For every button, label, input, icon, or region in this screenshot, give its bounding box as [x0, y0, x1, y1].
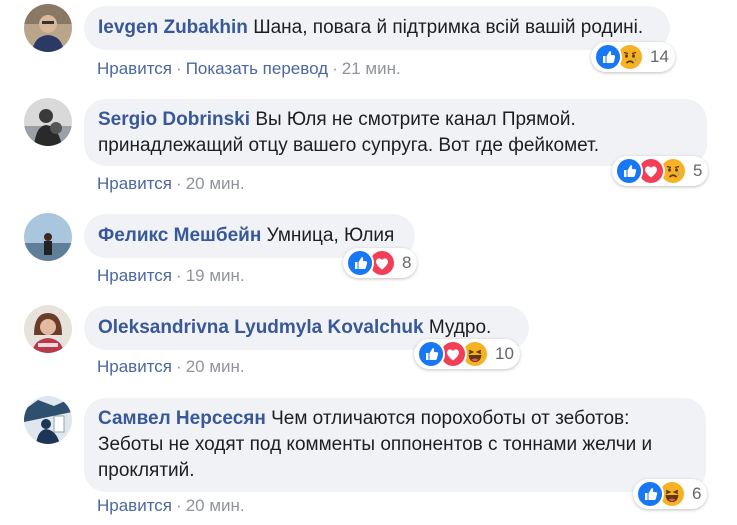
like-link[interactable]: Нравится [97, 59, 172, 78]
reaction-count: 6 [692, 484, 702, 503]
like-link[interactable]: Нравится [97, 174, 172, 193]
reactions-summary[interactable]: 14 [591, 42, 675, 72]
comment-bubble: Ievgen Zubakhin Шана, повага й підтримка… [84, 6, 670, 50]
like-reaction-icon [615, 157, 643, 185]
comment-author[interactable]: Ievgen Zubakhin [98, 17, 248, 38]
like-link[interactable]: Нравится [97, 496, 172, 515]
show-translation-link[interactable]: Показать перевод [186, 59, 328, 78]
comment-actions: Нравится · 20 мин. [97, 174, 245, 193]
comment-time[interactable]: 20 мин. [186, 496, 245, 515]
avatar[interactable] [24, 4, 72, 52]
comment-author[interactable]: Oleksandrivna Lyudmyla Kovalchuk [98, 317, 424, 338]
comment-text: Шана, повага й підтримка всій вашій роди… [253, 17, 644, 38]
comment-author[interactable]: Самвел Нерсесян [98, 408, 266, 429]
reactions-summary[interactable]: 10 [414, 339, 520, 369]
reactions-summary[interactable]: 6 [633, 479, 708, 509]
comment-bubble: Sergio Dobrinski Вы Юля не смотрите кана… [84, 99, 707, 166]
reaction-count: 10 [495, 344, 514, 363]
avatar[interactable] [24, 396, 72, 444]
comment-time[interactable]: 20 мин. [186, 357, 245, 376]
avatar[interactable] [24, 213, 72, 261]
like-reaction-icon [594, 43, 622, 71]
comment-actions: Нравится · 20 мин. [97, 496, 245, 515]
avatar[interactable] [24, 98, 72, 146]
comment-time[interactable]: 20 мин. [186, 174, 245, 193]
like-reaction-icon [417, 340, 445, 368]
reactions-summary[interactable]: 5 [612, 156, 709, 186]
reaction-count: 5 [693, 161, 703, 180]
comment-bubble: Самвел Нерсесян Чем отличаются порохобот… [84, 398, 706, 492]
comment-actions: Нравится · Показать перевод · 21 мин. [97, 59, 401, 78]
avatar[interactable] [24, 305, 72, 353]
comment-text: Умница, Юлия [266, 225, 395, 246]
comment-author[interactable]: Феликс Мешбейн [98, 225, 261, 246]
comment-actions: Нравится · 19 мин. [97, 266, 245, 285]
reaction-count: 8 [402, 253, 412, 272]
comment-time[interactable]: 19 мин. [186, 266, 245, 285]
comment-text: Мудро. [428, 317, 492, 338]
like-reaction-icon [346, 249, 374, 277]
like-reaction-icon [636, 480, 664, 508]
reaction-count: 14 [650, 47, 669, 66]
comment-time[interactable]: 21 мин. [342, 59, 401, 78]
like-link[interactable]: Нравится [97, 266, 172, 285]
reactions-summary[interactable]: 8 [343, 248, 418, 278]
comment-actions: Нравится · 20 мин. [97, 357, 245, 376]
comment-author[interactable]: Sergio Dobrinski [98, 109, 250, 130]
like-link[interactable]: Нравится [97, 357, 172, 376]
